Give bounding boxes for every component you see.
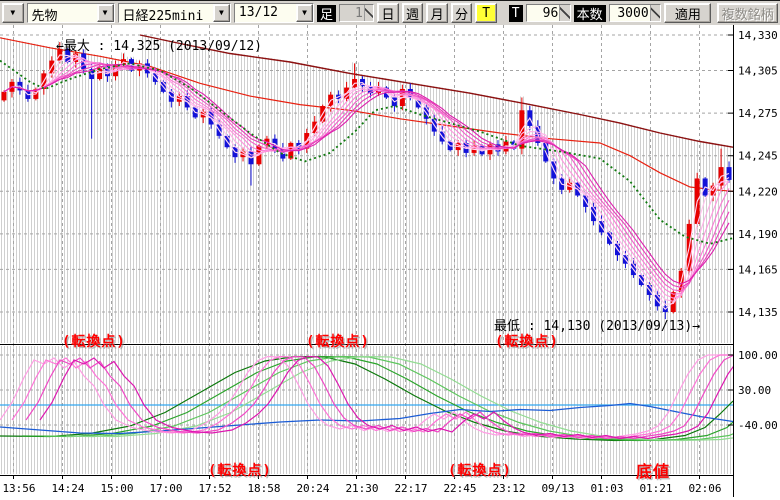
chevron-down-icon[interactable]: ▼ bbox=[97, 4, 114, 22]
bar-interval-input bbox=[340, 6, 364, 21]
period-day-button[interactable]: 日 bbox=[377, 3, 399, 23]
svg-text:02:06: 02:06 bbox=[688, 482, 721, 495]
svg-text:23:12: 23:12 bbox=[492, 482, 525, 495]
svg-text:01:21: 01:21 bbox=[639, 482, 672, 495]
period-month-button[interactable]: 月 bbox=[426, 3, 448, 23]
svg-text:17:00: 17:00 bbox=[149, 482, 182, 495]
svg-text:17:52: 17:52 bbox=[198, 482, 231, 495]
contract-month-select[interactable]: 13/12 ▼ bbox=[234, 3, 314, 23]
chevron-down-icon[interactable]: ▼ bbox=[296, 4, 313, 22]
svg-text:14,330: 14,330 bbox=[738, 29, 778, 42]
market-select[interactable]: 先物 ▼ bbox=[27, 3, 115, 23]
svg-text:15:00: 15:00 bbox=[100, 482, 133, 495]
svg-text:21:30: 21:30 bbox=[345, 482, 378, 495]
bar-count-label: 本数 bbox=[574, 5, 606, 22]
spinner-icon[interactable] bbox=[650, 5, 661, 21]
bottom-price-annotation: 底値 bbox=[636, 458, 670, 482]
svg-text:-40.00: -40.00 bbox=[738, 419, 778, 432]
svg-text:14,190: 14,190 bbox=[738, 228, 778, 241]
turning-point-annotation: (転換点) bbox=[495, 331, 559, 351]
period-tick-button[interactable]: T bbox=[475, 3, 497, 23]
svg-text:14,275: 14,275 bbox=[738, 107, 778, 120]
bar-count-input[interactable] bbox=[610, 6, 650, 21]
svg-text:13:56: 13:56 bbox=[2, 482, 35, 495]
turning-point-annotation: (転換点) bbox=[448, 460, 512, 480]
bar-interval-field bbox=[339, 4, 374, 22]
tick-count-label: T bbox=[509, 5, 523, 22]
chevron-down-icon: ▼ bbox=[10, 9, 15, 17]
turning-point-annotation: (転換点) bbox=[62, 331, 126, 351]
turning-point-annotation: (転換点) bbox=[208, 460, 272, 480]
oscillator-lines bbox=[0, 355, 780, 441]
nav-dropdown-button[interactable]: ▼ bbox=[2, 3, 24, 23]
chevron-down-icon[interactable]: ▼ bbox=[213, 4, 230, 22]
svg-text:30.00: 30.00 bbox=[738, 384, 771, 397]
svg-text:22:45: 22:45 bbox=[443, 482, 476, 495]
bar-count-field[interactable] bbox=[609, 4, 662, 22]
market-select-value: 先物 bbox=[28, 4, 97, 22]
multi-symbol-button: 複数銘柄 bbox=[717, 3, 778, 23]
svg-text:14,135: 14,135 bbox=[738, 306, 778, 319]
spinner-icon[interactable] bbox=[559, 5, 569, 21]
trading-chart-window: ▼ 先物 ▼ 日経225mini ▼ 13/12 ▼ 足 日 週 月 分 T T… bbox=[0, 0, 780, 500]
contract-month-value: 13/12 bbox=[235, 4, 296, 22]
svg-text:14,220: 14,220 bbox=[738, 185, 778, 198]
bar-type-label: 足 bbox=[317, 5, 336, 22]
svg-text:14,305: 14,305 bbox=[738, 65, 778, 78]
period-week-button[interactable]: 週 bbox=[402, 3, 424, 23]
chart-toolbar: ▼ 先物 ▼ 日経225mini ▼ 13/12 ▼ 足 日 週 月 分 T T… bbox=[0, 0, 780, 26]
svg-text:01:03: 01:03 bbox=[590, 482, 623, 495]
svg-text:100.00: 100.00 bbox=[738, 349, 778, 362]
svg-text:18:58: 18:58 bbox=[247, 482, 280, 495]
chart-canvas[interactable]: 14,330 14,305 14,275 14,245 14,220 14,190 14,1… bbox=[0, 25, 780, 500]
price-chart-area[interactable]: 14,330 14,305 14,275 14,245 14,220 14,190 14,1… bbox=[0, 25, 780, 500]
svg-text:09/13: 09/13 bbox=[541, 482, 574, 495]
svg-text:14:24: 14:24 bbox=[51, 482, 84, 495]
period-minute-button[interactable]: 分 bbox=[451, 3, 473, 23]
svg-text:14,245: 14,245 bbox=[738, 150, 778, 163]
symbol-select-value: 日経225mini bbox=[119, 4, 213, 22]
svg-text:20:24: 20:24 bbox=[296, 482, 329, 495]
max-price-annotation: ←最大 : 14,325 (2013/09/12) bbox=[56, 35, 262, 54]
apply-button[interactable]: 適用 bbox=[664, 3, 711, 23]
spinner-icon bbox=[364, 5, 374, 21]
svg-text:22:17: 22:17 bbox=[394, 482, 427, 495]
svg-text:14,165: 14,165 bbox=[738, 263, 778, 276]
tick-count-input[interactable] bbox=[527, 6, 560, 21]
symbol-select[interactable]: 日経225mini ▼ bbox=[118, 3, 231, 23]
tick-count-field[interactable] bbox=[526, 4, 571, 22]
turning-point-annotation: (転換点) bbox=[306, 331, 370, 351]
